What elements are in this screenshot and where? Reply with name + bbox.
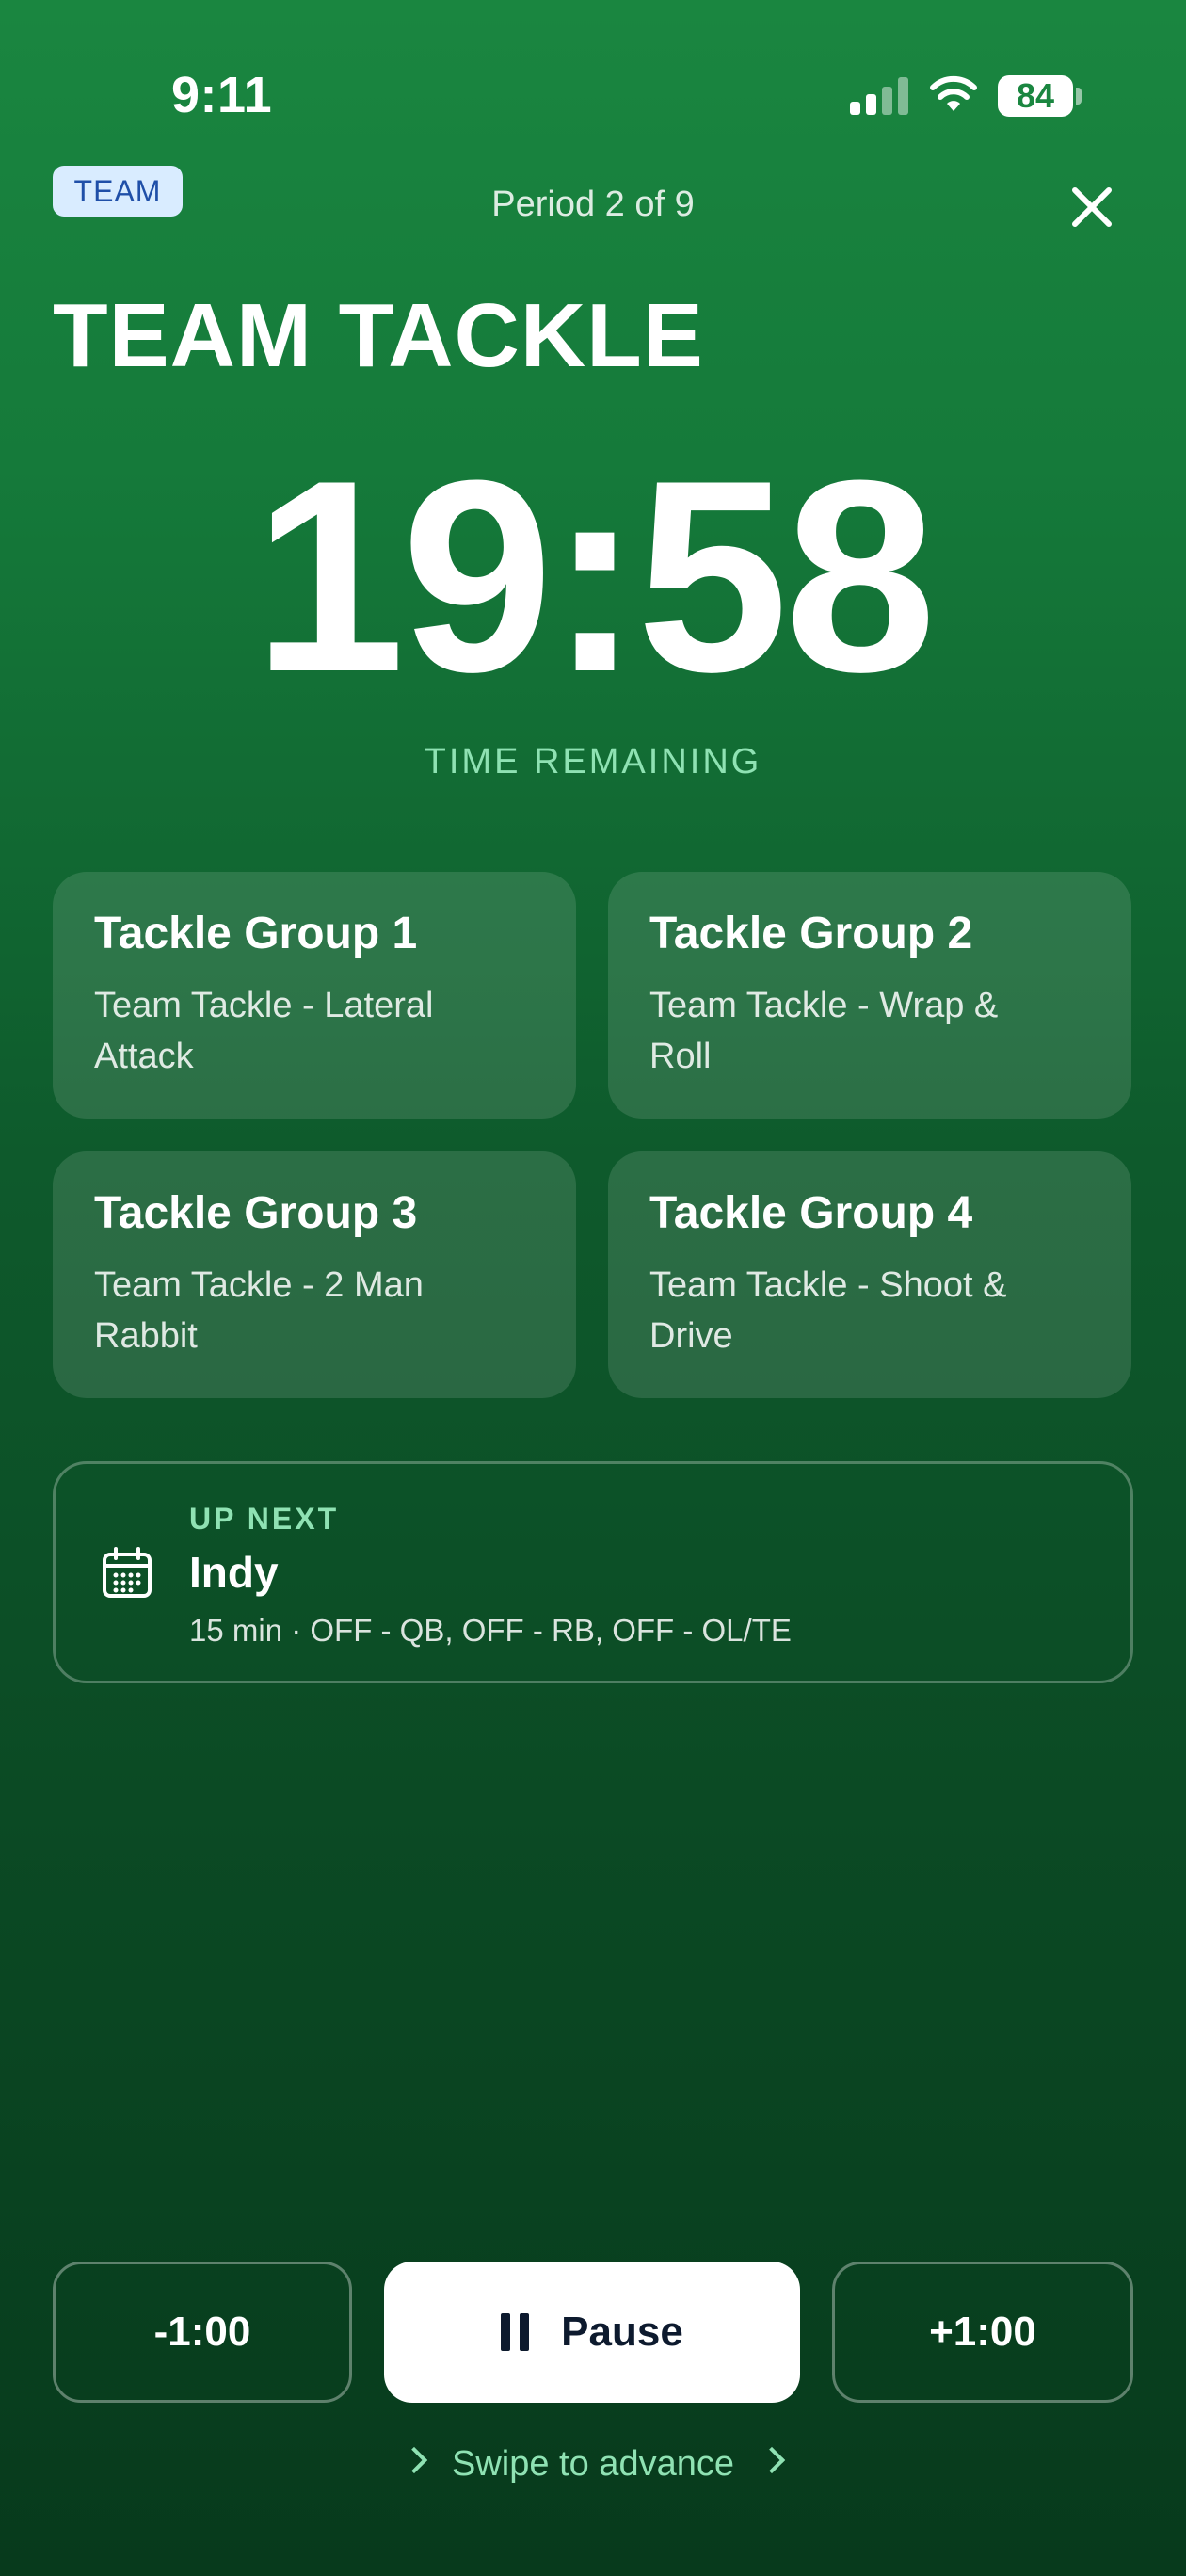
page-title: TEAM TACKLE [53, 285, 704, 386]
up-next-card[interactable]: UP NEXT Indy 15 min · OFF - QB, OFF - RB… [53, 1461, 1133, 1683]
group-card-1: Tackle Group 1 Team Tackle - Lateral Att… [53, 872, 576, 1119]
battery-tip [1076, 88, 1082, 105]
close-icon[interactable] [1064, 179, 1120, 235]
group-card-4: Tackle Group 4 Team Tackle - Shoot & Dri… [608, 1151, 1131, 1398]
plus-minute-button[interactable]: +1:00 [832, 2262, 1133, 2403]
countdown-timer: 19:58 [253, 424, 937, 729]
swipe-hint[interactable]: Swipe to advance [0, 2444, 1186, 2485]
group-name: Tackle Group 1 [94, 909, 418, 958]
up-next-name: Indy [189, 1548, 279, 1597]
calendar-icon [103, 1547, 152, 1598]
group-name: Tackle Group 3 [94, 1188, 418, 1238]
up-next-meta: 15 min · OFF - QB, OFF - RB, OFF - OL/TE [189, 1613, 792, 1648]
group-name: Tackle Group 4 [649, 1188, 973, 1238]
pause-label: Pause [561, 2309, 683, 2355]
pause-button[interactable]: Pause [384, 2262, 800, 2403]
up-next-label: UP NEXT [189, 1502, 340, 1536]
wifi-icon [930, 75, 977, 111]
group-drill: Team Tackle - 2 Man Rabbit [94, 1265, 424, 1356]
group-drill: Team Tackle - Wrap & Roll [649, 986, 999, 1076]
group-name: Tackle Group 2 [649, 909, 973, 958]
period-indicator: Period 2 of 9 [491, 185, 695, 224]
chevron-right-icon [758, 2446, 786, 2474]
group-card-2: Tackle Group 2 Team Tackle - Wrap & Roll [608, 872, 1131, 1119]
chevron-right-icon [400, 2446, 428, 2474]
pause-icon [501, 2313, 530, 2351]
group-card-3: Tackle Group 3 Team Tackle - 2 Man Rabbi… [53, 1151, 576, 1398]
battery-indicator: 84 [998, 75, 1073, 117]
status-time: 9:11 [171, 67, 273, 123]
timer-label: TIME REMAINING [424, 742, 762, 781]
group-drill: Team Tackle - Lateral Attack [94, 986, 434, 1076]
minus-minute-button[interactable]: -1:00 [53, 2262, 352, 2403]
swipe-hint-label: Swipe to advance [452, 2444, 734, 2484]
cellular-signal-icon [850, 77, 908, 115]
group-drill: Team Tackle - Shoot & Drive [649, 1265, 1007, 1356]
